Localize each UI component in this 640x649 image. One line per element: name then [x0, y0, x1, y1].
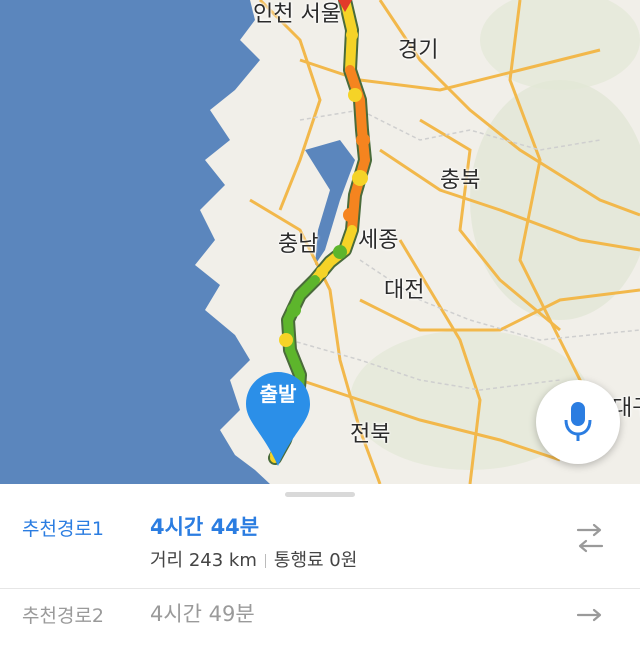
region-label-chungbuk: 충북	[440, 168, 481, 193]
start-pin[interactable]: 출발	[243, 370, 313, 470]
route-switch-icon[interactable]	[572, 520, 608, 556]
region-label-daejeon: 대전	[384, 278, 425, 303]
mountain-shade	[480, 0, 640, 90]
route-detail: 거리 243 km 통행료 0원	[150, 546, 357, 572]
region-label-chungnam: 충남	[278, 232, 319, 257]
divider	[264, 554, 266, 568]
route-name: 추천경로2	[22, 605, 105, 627]
region-label-incheon-seoul: 인천 서울	[253, 2, 341, 27]
start-pin-label: 출발	[259, 382, 297, 406]
sheet-drag-handle[interactable]	[285, 492, 355, 497]
route-toll: 통행료 0원	[273, 550, 358, 571]
mountain-shade	[470, 80, 640, 320]
route-distance: 거리 243 km	[150, 550, 257, 571]
region-label-sejong: 세종	[358, 228, 399, 253]
voice-search-button[interactable]	[536, 380, 620, 464]
microphone-icon	[564, 402, 592, 441]
route-time: 4시간 49분	[150, 602, 255, 626]
route-time: 4시간 44분	[150, 515, 260, 539]
route-sheet[interactable]: 추천경로1 4시간 44분 거리 243 km 통행료 0원 추천경로2 4시간 …	[0, 484, 640, 640]
region-label-jeonbuk: 전북	[350, 422, 391, 447]
map-view[interactable]: 인천 서울 경기 충북 충남 세종 대전 전북 대구 출발	[0, 0, 640, 484]
region-label-gyeonggi: 경기	[398, 38, 439, 63]
route-switch-icon[interactable]	[572, 605, 608, 641]
route-name: 추천경로1	[22, 518, 105, 540]
sea-area	[0, 0, 270, 484]
